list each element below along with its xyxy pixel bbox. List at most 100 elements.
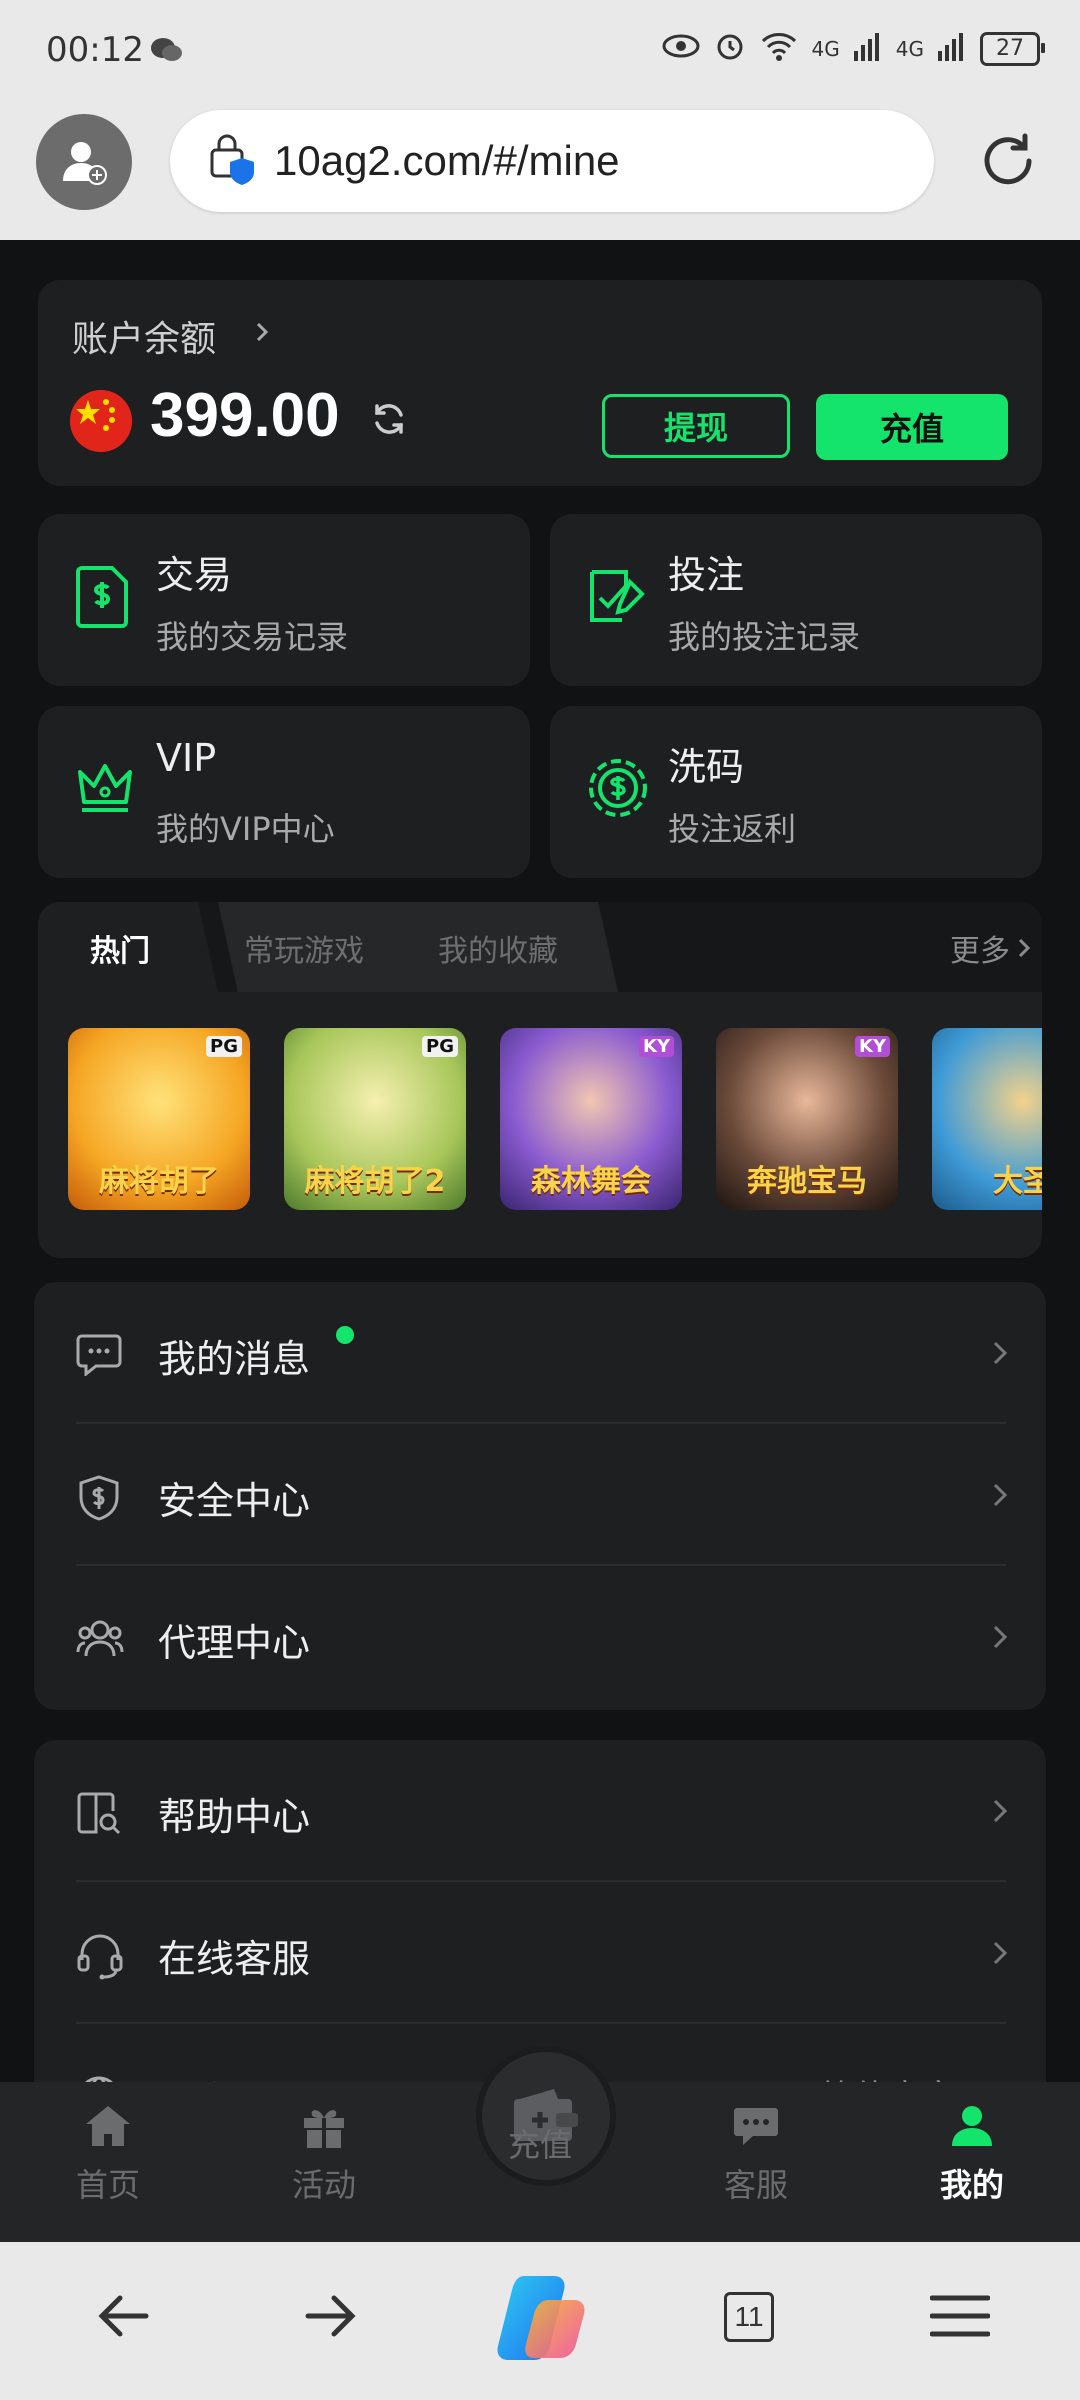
message-icon — [76, 1332, 122, 1380]
chevron-right-icon — [1018, 938, 1031, 958]
eye-icon — [662, 33, 700, 64]
menu-label: 帮助中心 — [158, 1795, 311, 1839]
menu-card-account: 我的消息 安全中心 代理中心 — [34, 1282, 1046, 1710]
game-title: 麻将胡了 — [99, 1164, 219, 1199]
china-flag-icon — [70, 390, 132, 452]
game-card[interactable]: PG 麻将胡了2 — [284, 1028, 466, 1210]
game-list: PG 麻将胡了 PG 麻将胡了2 KY 森林舞会 KY 奔驰宝马 大圣 — [68, 1028, 1042, 1212]
provider-badge: PG — [206, 1036, 242, 1057]
forward-button[interactable] — [300, 2284, 360, 2352]
signal-2-label: 4G — [895, 36, 924, 61]
nav-label: 充值 — [507, 2126, 572, 2164]
nav-label: 我的 — [939, 2166, 1004, 2204]
wifi-icon — [760, 31, 798, 66]
mine-page: 账户余额 399.00 提现 充值 交易 我的交易记录 投注 我的投注记录 VI… — [0, 240, 1080, 2084]
menu-label: 在线客服 — [158, 1937, 311, 1981]
copilot-button[interactable] — [490, 2270, 590, 2370]
game-title: 麻将胡了2 — [304, 1164, 446, 1199]
menu-card-support: 帮助中心 在线客服 语言 简体中文 — [34, 1740, 1046, 2084]
menu-label: 代理中心 — [158, 1621, 311, 1665]
tile-subtitle: 我的交易记录 — [156, 618, 349, 656]
menu-item-agent[interactable]: 代理中心 — [34, 1566, 1046, 1708]
nav-label: 活动 — [291, 2166, 356, 2204]
status-time: 00:12 — [46, 30, 144, 70]
help-book-icon — [76, 1790, 122, 1840]
users-icon — [76, 1616, 124, 1664]
chat-bubble-icon — [734, 2108, 778, 2145]
browser-top-bar: 00:12 4G 4G 27 10ag2.com/#/mine — [0, 0, 1080, 240]
tile-rebate[interactable]: 洗码 投注返利 — [550, 706, 1042, 878]
chevron-right-icon — [990, 1338, 1010, 1372]
balance-label[interactable]: 账户余额 — [72, 310, 216, 362]
tab-favorites[interactable]: 我的收藏 — [438, 926, 558, 970]
game-card[interactable]: PG 麻将胡了 — [68, 1028, 250, 1210]
tile-subtitle: 我的投注记录 — [668, 618, 861, 656]
game-card[interactable]: KY 森林舞会 — [500, 1028, 682, 1210]
deposit-button[interactable]: 充值 — [816, 394, 1008, 460]
user-icon — [952, 2106, 992, 2146]
browser-profile-button[interactable] — [36, 114, 132, 210]
url-text[interactable]: 10ag2.com/#/mine — [274, 137, 620, 185]
coin-rebate-icon — [586, 756, 650, 824]
nav-customer-service[interactable]: 客服 — [686, 2102, 826, 2206]
status-icons: 4G 4G 27 — [662, 30, 1045, 67]
status-bar: 00:12 4G 4G 27 — [0, 0, 1080, 100]
bet-slip-check-icon — [586, 564, 648, 632]
refresh-balance-icon[interactable] — [368, 398, 410, 444]
chevron-right-icon[interactable] — [252, 320, 272, 348]
more-label: 更多 — [950, 934, 1010, 969]
menu-item-online-service[interactable]: 在线客服 — [34, 1882, 1046, 2024]
tile-subtitle: 我的VIP中心 — [156, 810, 335, 848]
url-bar[interactable]: 10ag2.com/#/mine — [170, 110, 934, 212]
menu-label: 安全中心 — [158, 1479, 311, 1523]
reload-button[interactable] — [975, 128, 1041, 198]
back-button[interactable] — [94, 2284, 154, 2352]
chevron-right-icon — [990, 1480, 1010, 1514]
game-card[interactable]: 大圣 — [932, 1028, 1042, 1210]
game-title: 奔驰宝马 — [747, 1164, 867, 1199]
tile-title: VIP — [156, 736, 217, 780]
tile-vip[interactable]: VIP 我的VIP中心 — [38, 706, 530, 878]
unread-dot — [336, 1326, 354, 1344]
game-title: 森林舞会 — [531, 1164, 651, 1199]
tile-title: 投注 — [668, 553, 745, 597]
nav-activity[interactable]: 活动 — [254, 2102, 394, 2206]
tile-title: 洗码 — [668, 745, 745, 789]
nav-home[interactable]: 首页 — [38, 2102, 178, 2206]
more-games-link[interactable]: 更多 — [950, 926, 1032, 970]
balance-card: 账户余额 399.00 提现 充值 — [38, 280, 1042, 486]
signal-bars-icon — [853, 31, 882, 66]
menu-item-messages[interactable]: 我的消息 — [34, 1282, 1046, 1424]
nav-label: 客服 — [723, 2166, 788, 2204]
menu-item-security[interactable]: 安全中心 — [34, 1424, 1046, 1566]
hamburger-menu-icon — [929, 2295, 991, 2337]
nav-label: 首页 — [75, 2166, 140, 2204]
signal-bars-icon — [938, 31, 966, 66]
wechat-notification-icon — [150, 36, 184, 68]
browser-menu-button[interactable] — [929, 2284, 991, 2352]
tab-hot[interactable]: 热门 — [90, 926, 150, 970]
battery-indicator: 27 — [980, 31, 1045, 66]
balance-amount: 399.00 — [150, 381, 340, 450]
copilot-icon — [497, 2276, 585, 2360]
tile-bets[interactable]: 投注 我的投注记录 — [550, 514, 1042, 686]
menu-label: 我的消息 — [158, 1337, 311, 1381]
gift-icon — [304, 2110, 344, 2148]
game-title: 大圣 — [993, 1164, 1042, 1199]
home-icon — [86, 2106, 130, 2146]
withdraw-button[interactable]: 提现 — [602, 394, 790, 458]
browser-bottom-toolbar: 11 — [0, 2242, 1080, 2400]
tile-transactions[interactable]: 交易 我的交易记录 — [38, 514, 530, 686]
tile-subtitle: 投注返利 — [668, 810, 797, 848]
tabs-count-button[interactable]: 11 — [724, 2292, 774, 2342]
battery-level: 27 — [996, 36, 1024, 61]
provider-badge: KY — [639, 1036, 674, 1057]
headset-icon — [76, 1932, 124, 1984]
arrow-right-icon — [305, 2295, 356, 2337]
signal-1-label: 4G — [811, 36, 840, 61]
game-card[interactable]: KY 奔驰宝马 — [716, 1028, 898, 1210]
nav-mine[interactable]: 我的 — [902, 2102, 1042, 2206]
add-user-icon — [63, 142, 107, 185]
tab-frequent-games[interactable]: 常玩游戏 — [244, 926, 364, 970]
menu-item-help[interactable]: 帮助中心 — [34, 1740, 1046, 1882]
